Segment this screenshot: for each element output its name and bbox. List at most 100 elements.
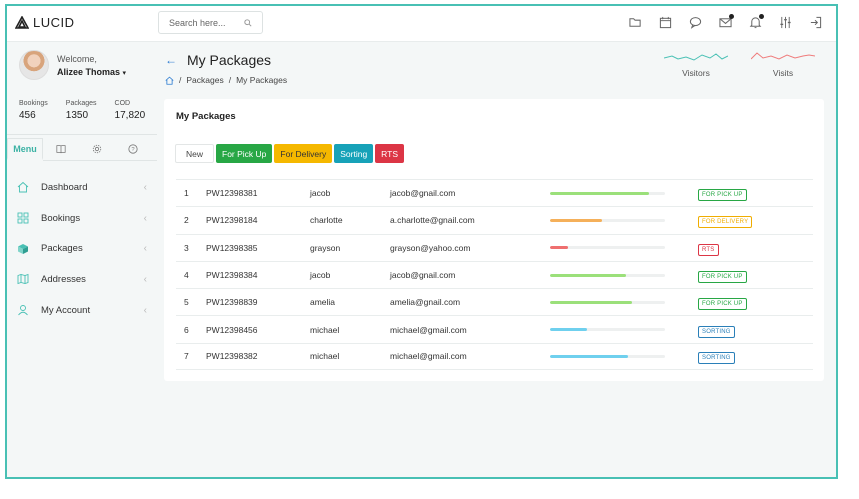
packages-card: My Packages New For Pick Up For Delivery… [164, 99, 824, 381]
recipient-email: michael@gmail.com [390, 324, 467, 335]
app-name: LUCID [33, 15, 75, 30]
tab-settings[interactable] [79, 138, 115, 160]
filter-delivery-button[interactable]: For Delivery [274, 144, 333, 163]
progress-bar [550, 191, 665, 195]
main-content: ← My Packages / Packages / My Packages V… [157, 42, 836, 477]
filter-new-button[interactable]: New [175, 144, 215, 163]
chevron-left-icon: ‹ [143, 212, 147, 224]
gear-icon [92, 144, 102, 154]
sidebar-item-packages[interactable]: Packages ‹ [17, 233, 147, 264]
welcome-text: Welcome, [57, 53, 97, 64]
progress-bar [550, 246, 665, 250]
tab-help[interactable]: ? [115, 138, 151, 160]
progress-bar [550, 328, 665, 332]
table-row[interactable]: 3 PW12398385 grayson grayson@yahoo.com R… [176, 233, 813, 261]
stat-label: Packages [65, 100, 97, 107]
status-badge: SORTING [698, 352, 735, 365]
question-icon: ? [128, 144, 138, 154]
map-icon [17, 273, 29, 285]
filter-rts-button[interactable]: RTS [375, 144, 405, 163]
sidebar: Welcome, Alizee Thomas ▾ Bookings 456 Pa… [7, 42, 157, 477]
package-id: PW12398384 [206, 270, 258, 281]
lucid-logo-icon [15, 16, 29, 29]
recipient-email: michael@gmail.com [390, 351, 467, 362]
package-id: PW12398385 [206, 242, 258, 253]
svg-text:?: ? [131, 147, 135, 153]
bell-icon[interactable] [749, 14, 764, 29]
stat-label: COD [114, 100, 131, 107]
sidebar-item-dashboard[interactable]: Dashboard ‹ [17, 172, 147, 203]
stat-packages: Packages 1350 [66, 100, 97, 121]
home-icon[interactable] [165, 76, 174, 85]
table-row[interactable]: 1 PW12398381 jacob jacob@gnail.com FOR P… [176, 179, 813, 206]
sliders-icon[interactable] [779, 16, 792, 29]
table-row[interactable]: 7 PW12398382 michael michael@gmail.com S… [176, 342, 813, 371]
card-title: My Packages [176, 111, 236, 122]
sidebar-item-my-account[interactable]: My Account ‹ [17, 295, 147, 326]
logo[interactable]: LUCID [15, 15, 75, 30]
user-panel: Welcome, Alizee Thomas ▾ [19, 50, 126, 80]
table-row[interactable]: 2 PW12398184 charlotte a.charlotte@gnail… [176, 206, 813, 233]
page-header: ← My Packages [165, 52, 271, 68]
search-box[interactable]: Search here... [158, 11, 263, 34]
table-row[interactable]: 5 PW12398839 amelia amelia@gnail.com FOR… [176, 288, 813, 315]
sidebar-item-bookings[interactable]: Bookings ‹ [17, 203, 147, 234]
book-icon [56, 145, 66, 154]
back-arrow-icon[interactable]: ← [165, 53, 177, 67]
app-window: LUCID Search here... Welcome, Alizee Tho… [5, 4, 838, 479]
sidebar-item-addresses[interactable]: Addresses ‹ [17, 264, 147, 295]
breadcrumb: / Packages / My Packages [165, 75, 287, 85]
progress-fill [550, 246, 569, 250]
home-icon [17, 181, 29, 193]
package-id: PW12398456 [206, 324, 258, 335]
progress-bar [550, 218, 665, 222]
page-title: My Packages [187, 52, 272, 68]
user-menu-toggle[interactable]: Alizee Thomas ▾ [57, 67, 126, 77]
progress-bar [550, 273, 665, 277]
row-number: 3 [184, 242, 189, 253]
filter-sorting-button[interactable]: Sorting [334, 144, 374, 163]
table-row[interactable]: 4 PW12398384 jacob jacob@gnail.com FOR P… [176, 260, 813, 288]
chevron-left-icon: ‹ [143, 243, 147, 255]
top-bar: LUCID Search here... [7, 6, 836, 42]
sidebar-nav: Dashboard ‹ Bookings ‹ Packages ‹ Addres… [17, 172, 147, 325]
table-row[interactable]: 6 PW12398456 michael michael@gmail.com S… [176, 315, 813, 342]
row-number: 4 [184, 270, 189, 281]
recipient-email: jacob@gnail.com [390, 270, 456, 281]
caret-down-icon: ▾ [122, 69, 127, 77]
mail-icon[interactable] [719, 14, 734, 29]
recipient-name: amelia [310, 297, 336, 308]
visitors-label: Visitors [682, 68, 710, 78]
progress-fill [550, 273, 626, 277]
stat-value: 456 [19, 110, 36, 121]
logout-icon[interactable] [809, 16, 822, 29]
user-name: Alizee Thomas [57, 66, 121, 77]
recipient-name: grayson [310, 242, 341, 253]
recipient-email: a.charlotte@gnail.com [390, 215, 475, 226]
stat-value: 17,820 [114, 110, 146, 121]
tab-menu[interactable]: Menu [7, 138, 43, 160]
sidebar-item-label: Packages [41, 243, 83, 255]
row-number: 2 [184, 215, 189, 226]
stats: Bookings 456 Packages 1350 COD 17,820 [19, 100, 145, 121]
search-input[interactable]: Search here... [169, 18, 226, 28]
recipient-email: grayson@yahoo.com [390, 242, 471, 253]
tab-book[interactable] [43, 138, 79, 160]
breadcrumb-current: My Packages [236, 75, 288, 85]
avatar[interactable] [19, 50, 49, 80]
status-badge: RTS [698, 243, 719, 256]
breadcrumb-packages[interactable]: Packages [186, 75, 223, 85]
visits-label: Visits [772, 68, 794, 78]
chat-icon[interactable] [689, 16, 702, 29]
calendar-icon[interactable] [659, 16, 672, 29]
stat-bookings: Bookings 456 [19, 100, 48, 121]
search-icon [244, 18, 252, 27]
cube-icon [17, 243, 29, 255]
divider [7, 134, 157, 135]
filter-pickup-button[interactable]: For Pick Up [216, 144, 273, 163]
folder-icon[interactable] [629, 16, 642, 29]
filter-buttons: New For Pick Up For Delivery Sorting RTS [175, 144, 405, 163]
recipient-email: amelia@gnail.com [390, 297, 461, 308]
visitors-chart [664, 53, 728, 61]
package-id: PW12398381 [206, 188, 258, 199]
